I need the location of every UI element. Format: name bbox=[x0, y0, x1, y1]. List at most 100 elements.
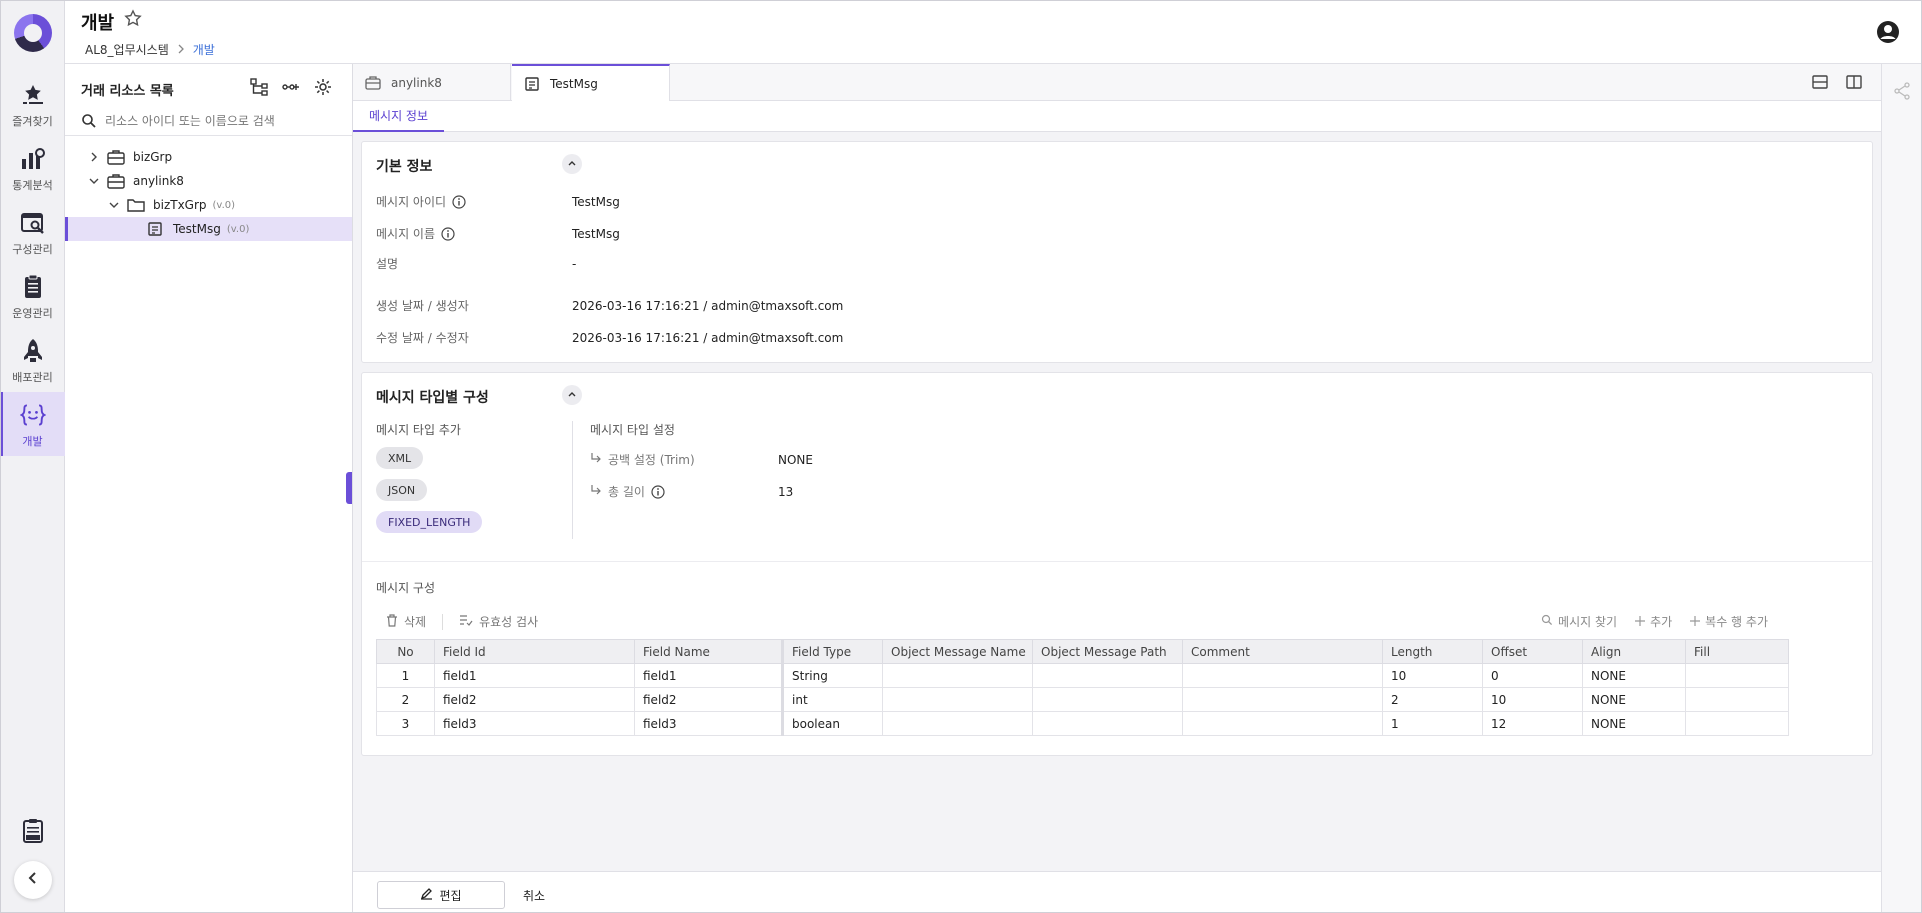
rail-item-stats[interactable]: 통계분석 bbox=[0, 136, 65, 200]
table-cell[interactable] bbox=[1182, 687, 1383, 712]
message-type-title: 메시지 타입별 구성 bbox=[376, 390, 489, 406]
tree-node-biztxgrp[interactable]: bizTxGrp (v.0) bbox=[65, 193, 352, 217]
tab-anylink8[interactable]: anylink8 bbox=[353, 64, 511, 101]
edit-button[interactable]: 편집 bbox=[377, 881, 505, 909]
link-add-icon[interactable] bbox=[282, 78, 300, 96]
share-nodes-icon[interactable] bbox=[1893, 82, 1911, 100]
rail-item-deploy[interactable]: 배포관리 bbox=[0, 328, 65, 392]
type-chip-json[interactable]: JSON bbox=[376, 479, 428, 501]
type-chip-fixed-length[interactable]: FIXED_LENGTH bbox=[376, 511, 483, 533]
table-cell[interactable] bbox=[882, 663, 1033, 688]
log-icon[interactable] bbox=[21, 818, 45, 844]
table-cell[interactable]: field1 bbox=[434, 663, 635, 688]
column-header[interactable]: No bbox=[376, 639, 435, 664]
table-cell[interactable] bbox=[1032, 711, 1183, 736]
table-row[interactable]: 3 field3 field3 boolean 1 12 NONE bbox=[376, 711, 1789, 736]
tree-search bbox=[65, 106, 352, 136]
column-header[interactable]: Offset bbox=[1482, 639, 1583, 664]
column-header[interactable]: Field Id bbox=[434, 639, 635, 664]
table-cell[interactable]: NONE bbox=[1582, 711, 1686, 736]
favorite-star-icon[interactable] bbox=[123, 9, 143, 29]
table-row[interactable]: 2 field2 field2 int 2 10 NONE bbox=[376, 687, 1789, 712]
table-cell[interactable]: NONE bbox=[1582, 687, 1686, 712]
basic-info-card: 기본 정보 메시지 아이디 TestMsg 메시지 이름 TestMsg 설명 … bbox=[361, 141, 1873, 363]
chevron-up-icon bbox=[567, 157, 577, 172]
tree-search-input[interactable] bbox=[105, 110, 335, 132]
message-doc-icon bbox=[147, 221, 165, 237]
tree-node-label: anylink8 bbox=[133, 174, 184, 188]
info-icon[interactable] bbox=[441, 226, 455, 241]
table-cell[interactable]: field3 bbox=[634, 711, 784, 736]
info-icon[interactable] bbox=[452, 194, 466, 209]
table-cell[interactable]: 12 bbox=[1482, 711, 1583, 736]
find-message-button[interactable]: 메시지 찾기 bbox=[1541, 613, 1617, 630]
split-horizontal-icon[interactable] bbox=[1811, 74, 1829, 90]
table-cell[interactable]: 10 bbox=[1382, 663, 1483, 688]
split-vertical-icon[interactable] bbox=[1845, 74, 1863, 90]
table-cell[interactable] bbox=[882, 687, 1033, 712]
column-header[interactable]: Length bbox=[1382, 639, 1483, 664]
column-header[interactable]: Field Name bbox=[634, 639, 784, 664]
validate-button[interactable]: 유효성 검사 bbox=[459, 613, 538, 630]
info-icon[interactable] bbox=[651, 484, 665, 499]
table-cell[interactable] bbox=[1685, 663, 1789, 688]
message-field-table: No Field Id Field Name Field Type Object… bbox=[376, 639, 1789, 736]
collapse-nav-button[interactable] bbox=[14, 861, 52, 899]
trash-icon bbox=[386, 613, 398, 630]
field-message-name: 메시지 이름 TestMsg bbox=[376, 226, 620, 242]
table-cell[interactable]: field3 bbox=[434, 711, 635, 736]
rail-item-dev[interactable]: 개발 bbox=[0, 392, 65, 456]
table-cell[interactable] bbox=[1182, 711, 1383, 736]
table-cell[interactable]: field2 bbox=[634, 687, 784, 712]
table-row[interactable]: 1 field1 field1 String 10 0 NONE bbox=[376, 663, 1789, 688]
table-cell[interactable]: 2 bbox=[1382, 687, 1483, 712]
column-header[interactable]: Align bbox=[1582, 639, 1686, 664]
column-header[interactable]: Comment bbox=[1182, 639, 1383, 664]
table-cell[interactable]: 10 bbox=[1482, 687, 1583, 712]
table-cell[interactable]: int bbox=[782, 687, 883, 712]
tree-node-anylink8[interactable]: anylink8 bbox=[65, 169, 352, 193]
table-cell[interactable] bbox=[1182, 663, 1383, 688]
tree-structure-icon[interactable] bbox=[250, 78, 268, 96]
table-cell[interactable] bbox=[882, 711, 1033, 736]
tab-testmsg[interactable]: TestMsg bbox=[512, 64, 670, 101]
table-cell[interactable]: 0 bbox=[1482, 663, 1583, 688]
column-header[interactable]: Object Message Path bbox=[1032, 639, 1183, 664]
column-header[interactable]: Field Type bbox=[782, 639, 883, 664]
tree-node-label: TestMsg bbox=[173, 222, 221, 236]
table-cell[interactable] bbox=[1685, 711, 1789, 736]
column-header[interactable]: Object Message Name bbox=[882, 639, 1033, 664]
tree-node-bizgrp[interactable]: bizGrp bbox=[65, 145, 352, 169]
rail-item-favorites[interactable]: 즐겨찾기 bbox=[0, 72, 65, 136]
table-cell[interactable] bbox=[1685, 687, 1789, 712]
table-cell[interactable]: field1 bbox=[634, 663, 784, 688]
tree-node-testmsg[interactable]: TestMsg (v.0) bbox=[65, 217, 352, 241]
breadcrumb-item[interactable]: AL8_업무시스템 bbox=[85, 41, 169, 58]
panel-resize-handle[interactable] bbox=[346, 472, 352, 504]
user-account-icon[interactable] bbox=[1876, 20, 1900, 44]
app-logo[interactable] bbox=[14, 14, 52, 52]
column-header[interactable]: Fill bbox=[1685, 639, 1789, 664]
table-cell[interactable]: boolean bbox=[782, 711, 883, 736]
collapse-message-type-button[interactable] bbox=[562, 385, 582, 405]
add-multiple-rows-button[interactable]: 복수 행 추가 bbox=[1690, 613, 1768, 630]
gear-icon[interactable] bbox=[314, 78, 332, 96]
chevron-down-icon[interactable] bbox=[87, 174, 101, 188]
table-cell[interactable]: String bbox=[782, 663, 883, 688]
type-chip-xml[interactable]: XML bbox=[376, 447, 424, 469]
tab-message-info[interactable]: 메시지 정보 bbox=[353, 101, 445, 132]
table-cell[interactable]: NONE bbox=[1582, 663, 1686, 688]
rail-item-config[interactable]: 구성관리 bbox=[0, 200, 65, 264]
table-cell[interactable]: 1 bbox=[1382, 711, 1483, 736]
table-cell[interactable] bbox=[1032, 687, 1183, 712]
rail-item-operation[interactable]: 운영관리 bbox=[0, 264, 65, 328]
chevron-right-icon[interactable] bbox=[87, 150, 101, 164]
cancel-button[interactable]: 취소 bbox=[523, 881, 545, 909]
collapse-basic-info-button[interactable] bbox=[562, 154, 582, 174]
table-cell[interactable]: field2 bbox=[434, 687, 635, 712]
add-row-button[interactable]: 추가 bbox=[1635, 613, 1672, 630]
chevron-down-icon[interactable] bbox=[107, 198, 121, 212]
table-cell[interactable] bbox=[1032, 663, 1183, 688]
delete-button[interactable]: 삭제 bbox=[386, 613, 426, 630]
breadcrumb-item-current[interactable]: 개발 bbox=[193, 41, 215, 58]
